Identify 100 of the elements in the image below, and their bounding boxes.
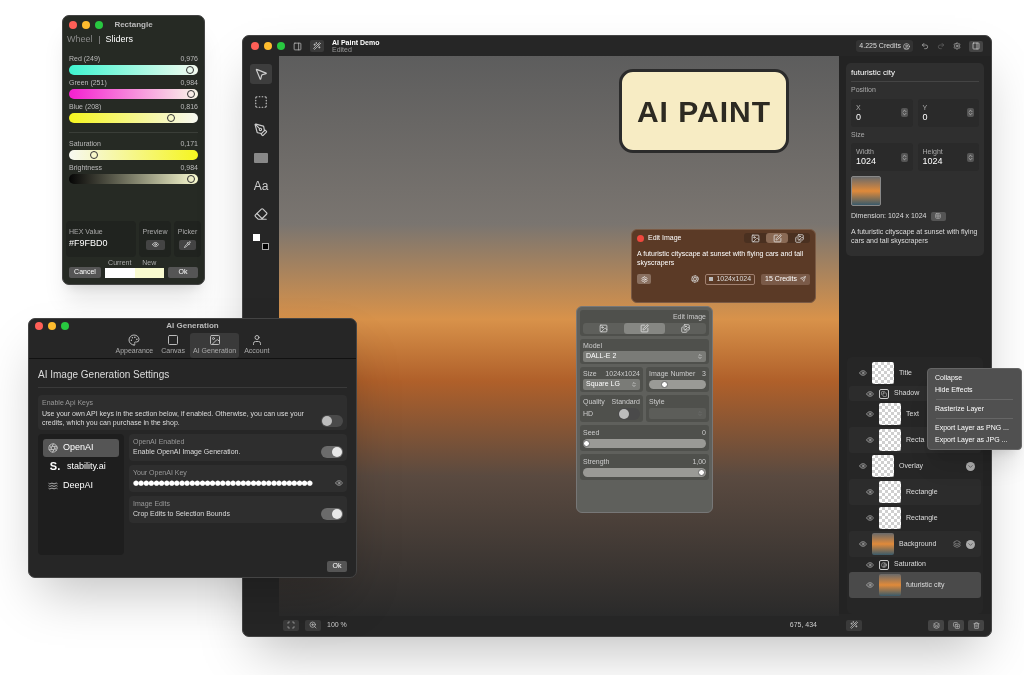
banner-text: AI PAINT [636,93,772,130]
trash-icon [972,621,980,629]
add-layer-icon [952,621,960,629]
transparent-thumbnail [879,507,901,529]
shadow-effect-icon [879,388,889,399]
undo-icon[interactable] [921,42,929,50]
visibility-icon[interactable] [866,436,874,444]
color-slider[interactable] [69,113,198,123]
slider-thumb[interactable] [661,381,669,388]
visibility-icon[interactable] [859,462,867,470]
toggle-switch[interactable] [321,445,343,458]
image-icon [208,334,221,347]
contrast-icon [879,559,889,570]
transparent-thumbnail [879,429,901,451]
color-slider[interactable] [69,150,198,160]
delete-button[interactable] [968,619,984,631]
window-controls-icon[interactable] [35,322,69,330]
transparent-thumbnail [879,403,901,425]
stepper-icon[interactable] [900,152,908,162]
stepper-icon [697,353,703,360]
resize-button[interactable] [930,211,946,221]
visibility-icon[interactable] [859,369,867,377]
provider-item[interactable]: S. stability.ai [43,457,119,476]
eyedropper-icon [184,241,191,249]
layer-title: futuristic city [851,67,979,82]
color-slider[interactable] [69,89,198,99]
color-slider[interactable] [69,65,198,75]
rectangle-icon [254,153,268,163]
visibility-icon[interactable] [866,410,874,418]
user-icon [903,42,910,50]
zoom-icon [309,621,317,629]
user-icon [250,334,263,347]
mode-tab[interactable] [766,233,788,244]
settings-button[interactable] [637,274,651,284]
toggle-switch[interactable] [321,414,343,427]
section-heading: AI Image Generation Settings [38,367,347,388]
provider-item[interactable]: DeepAI [43,476,119,495]
fit-button[interactable] [283,619,299,631]
color-slider[interactable] [69,174,198,184]
edit-icon [640,324,649,333]
chevron-down-icon [967,540,974,548]
window-controls-icon[interactable] [251,42,285,50]
window-controls-icon[interactable] [69,20,103,29]
stepper-icon[interactable] [900,108,908,117]
aperture-icon[interactable] [691,275,700,283]
gear-icon [640,275,648,283]
pointer-icon [254,67,268,81]
zoom-button[interactable] [305,619,321,631]
visibility-icon[interactable] [866,514,874,522]
dashed-square-icon [254,95,268,109]
eye-icon[interactable] [335,479,343,488]
mask-button[interactable] [928,619,944,631]
image-number-slider[interactable] [649,380,706,389]
stepper-icon[interactable] [967,108,974,117]
tool-button[interactable]: Aa [250,176,272,196]
close-icon[interactable] [637,234,644,242]
aperture-icon [48,442,58,453]
visibility-icon[interactable] [866,581,874,589]
toggle-switch[interactable] [618,408,640,420]
tool-button[interactable] [250,232,272,252]
visibility-icon[interactable] [866,560,874,569]
transparent-thumbnail [872,362,894,384]
slider-thumb[interactable] [583,440,590,447]
add-layer-button[interactable] [948,619,964,631]
slider-thumb[interactable] [698,469,705,476]
images-icon [794,233,804,243]
hex-value[interactable]: #F9FBD0 [69,237,133,251]
provider-item[interactable]: OpenAI [43,438,119,457]
picker-tab[interactable]: Wheel [67,33,93,47]
photo-thumbnail [879,574,901,596]
stepper-icon [631,381,637,388]
preview-button[interactable] [145,239,165,250]
seed-slider[interactable] [583,439,706,448]
wand-icon [850,621,858,629]
transparent-thumbnail [872,455,894,477]
transparent-thumbnail [879,481,901,503]
stepper-icon[interactable] [967,152,974,162]
wand-button[interactable] [310,40,324,52]
image-thumbnail [851,176,881,206]
toggle-switch[interactable] [321,507,343,520]
images-icon [681,324,690,333]
image-icon [750,233,760,243]
visibility-icon[interactable] [866,488,874,496]
strength-slider[interactable] [583,468,706,477]
photo-thumbnail [872,533,894,555]
expand-toggle[interactable] [966,539,975,549]
image-icon [599,324,608,333]
expand-toggle[interactable] [966,461,975,471]
visibility-icon[interactable] [859,540,867,548]
tool-button[interactable] [250,64,272,84]
picker-tab[interactable]: Sliders [105,33,134,47]
eye-icon [151,241,159,249]
pen-icon [254,123,268,137]
settings-icon[interactable] [953,42,961,50]
wand-button[interactable] [846,619,862,631]
sidebar-icon[interactable] [293,41,302,51]
visibility-icon[interactable] [866,389,874,398]
eyedropper-button[interactable] [179,239,196,250]
panel-toggle-button[interactable] [969,40,983,52]
chevron-down-icon [967,462,974,470]
